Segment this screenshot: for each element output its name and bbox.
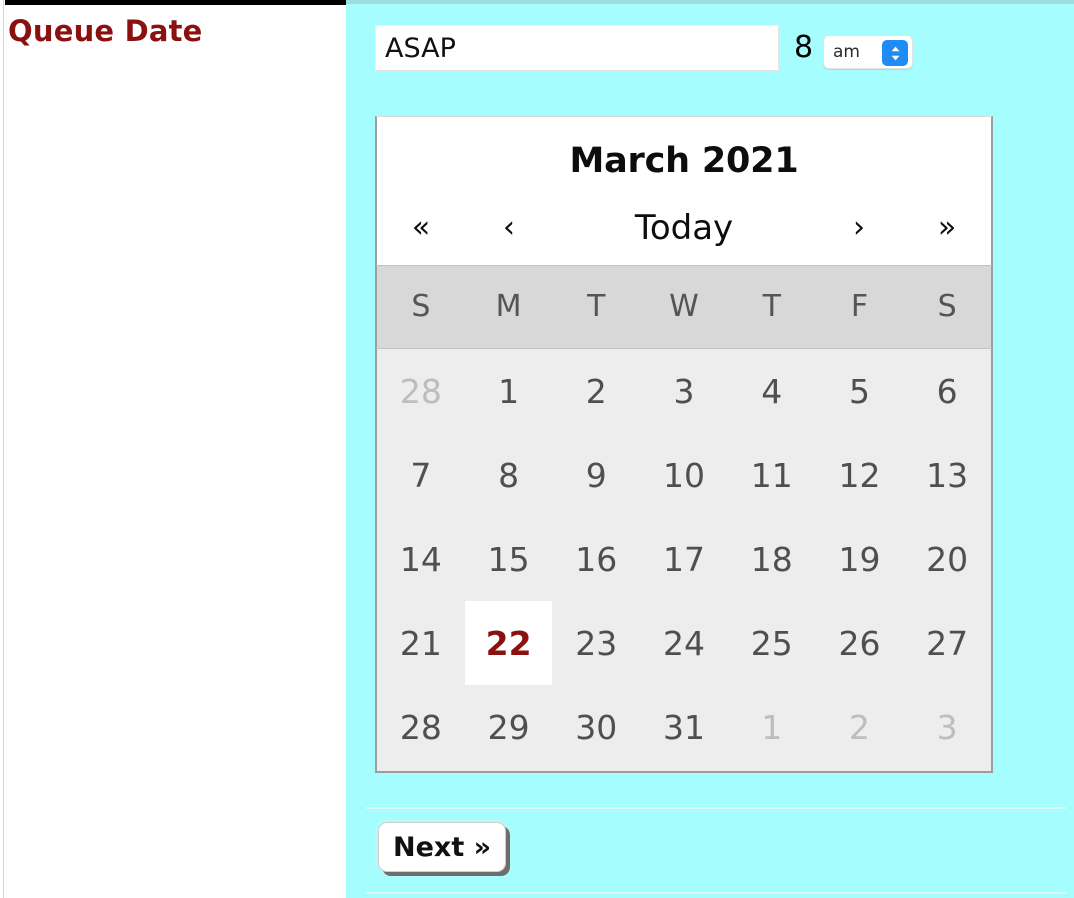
calendar-day[interactable]: 16 [552,517,640,601]
chevron-double-right-icon[interactable]: » [903,213,991,243]
page-left-gutter [0,0,4,898]
calendar-day[interactable]: 29 [465,685,553,769]
calendar-week-row: 21 22 23 24 25 26 27 [377,601,991,685]
calendar-weekday-3: W [669,289,699,324]
calendar-day[interactable]: 17 [640,517,728,601]
calendar-weekday-4: T [762,289,781,324]
calendar-week-row: 7 8 9 10 11 12 13 [377,433,991,517]
today-button[interactable]: Today [553,211,815,245]
calendar-day[interactable]: 20 [903,517,991,601]
page-title: Queue Date [8,14,203,48]
calendar-day[interactable]: 28 [377,349,465,433]
calendar-day[interactable]: 30 [552,685,640,769]
calendar-weekday-1: M [495,289,522,324]
calendar-day[interactable]: 24 [640,601,728,685]
next-button-label: Next » [393,831,492,863]
date-picker-calendar: March 2021 « ‹ Today › » SMTWTFS 28 1 2 3 4 5… [375,116,993,773]
calendar-day[interactable]: 1 [728,685,816,769]
calendar-day[interactable]: 8 [465,433,553,517]
calendar-day[interactable]: 23 [552,601,640,685]
calendar-day[interactable]: 27 [903,601,991,685]
calendar-month-title: March 2021 [569,141,799,181]
calendar-day-selected[interactable]: 22 [464,601,553,685]
stepper-updown-icon[interactable] [882,40,908,66]
form-panel: 8 am March 2021 « ‹ Tod [346,0,1074,898]
calendar-day[interactable]: 1 [465,349,553,433]
meridiem-value: am [833,41,860,62]
calendar-day[interactable]: 10 [640,433,728,517]
calendar-day[interactable]: 2 [552,349,640,433]
calendar-day[interactable]: 7 [377,433,465,517]
calendar-day[interactable]: 26 [816,601,904,685]
calendar-day[interactable]: 3 [903,685,991,769]
calendar-day[interactable]: 5 [816,349,904,433]
calendar-weekday-row: SMTWTFS [375,265,993,349]
calendar-day[interactable]: 13 [903,433,991,517]
calendar-day[interactable]: 9 [552,433,640,517]
calendar-day[interactable]: 12 [816,433,904,517]
calendar-day[interactable]: 2 [816,685,904,769]
calendar-weekday-6: S [937,289,957,324]
calendar-day[interactable]: 21 [377,601,465,685]
calendar-day[interactable]: 19 [816,517,904,601]
meridiem-select[interactable]: am [823,35,913,69]
calendar-day[interactable]: 11 [728,433,816,517]
calendar-day[interactable]: 4 [728,349,816,433]
calendar-day-grid: 28 1 2 3 4 5 6 7 8 9 10 11 12 13 14 15 16 17 18 19 20 21 22 23 2… [375,349,993,773]
queue-when-input[interactable] [375,25,779,71]
calendar-weekday-0: S [411,289,431,324]
calendar-weekday-2: T [587,289,606,324]
divider-below-next [366,892,1066,894]
calendar-day[interactable]: 14 [377,517,465,601]
calendar-day[interactable]: 31 [640,685,728,769]
calendar-day[interactable]: 25 [728,601,816,685]
page-root: Queue Date 8 am March 2021 [0,0,1074,898]
hour-value: 8 [794,30,814,65]
calendar-week-row: 28 29 30 31 1 2 3 [377,685,991,769]
divider-above-next [366,807,1066,809]
chevron-left-icon[interactable]: ‹ [465,213,553,243]
chevron-double-left-icon[interactable]: « [377,213,465,243]
calendar-nav: « ‹ Today › » [377,191,991,265]
calendar-week-row: 14 15 16 17 18 19 20 [377,517,991,601]
calendar-day[interactable]: 18 [728,517,816,601]
calendar-week-row: 28 1 2 3 4 5 6 [377,349,991,433]
calendar-day[interactable]: 3 [640,349,728,433]
next-button[interactable]: Next » [378,822,507,872]
chevron-right-icon[interactable]: › [815,213,903,243]
schedule-row: 8 am [375,25,935,79]
calendar-day[interactable]: 15 [465,517,553,601]
calendar-day[interactable]: 28 [377,685,465,769]
calendar-day[interactable]: 6 [903,349,991,433]
calendar-header: March 2021 « ‹ Today › » [375,116,993,265]
left-panel: Queue Date [5,0,346,898]
calendar-weekday-5: F [850,289,869,324]
